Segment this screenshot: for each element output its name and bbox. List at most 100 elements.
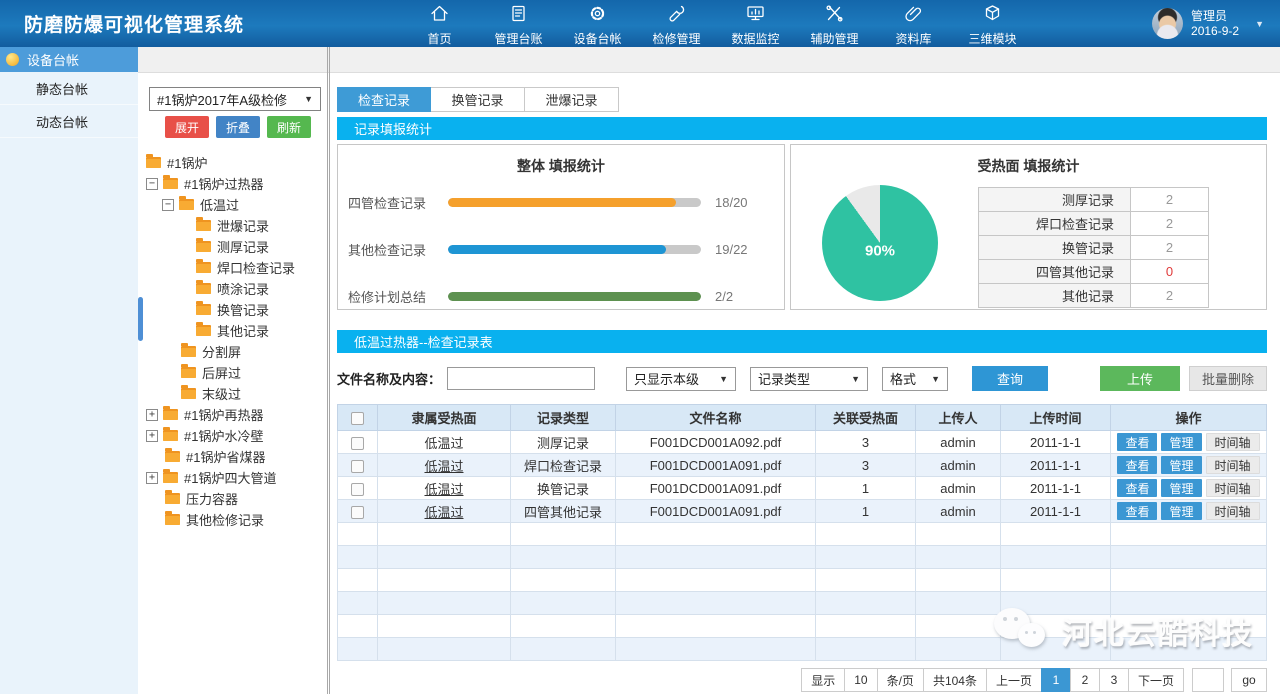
folder-icon [146,157,161,168]
scope-select[interactable]: 只显示本级▼ [626,367,736,391]
nav-item-wrench[interactable]: 检修管理 [637,1,716,47]
manage-button[interactable]: 管理 [1161,433,1201,451]
row-checkbox[interactable] [351,506,364,519]
tree-node[interactable]: 压力容器 [138,488,327,509]
tree-node[interactable]: −#1锅炉过热器 [138,173,327,194]
manage-button[interactable]: 管理 [1161,456,1201,474]
top-nav: 首页管理台账设备台帐检修管理数据监控辅助管理资料库三维模块 [400,1,1032,47]
gear-icon [587,3,608,30]
uploader-cell: admin [916,477,1001,500]
query-button[interactable]: 查询 [972,366,1048,391]
tree-node[interactable]: 焊口检查记录 [138,257,327,278]
tree-node[interactable]: 测厚记录 [138,236,327,257]
expand-button[interactable]: 展开 [165,116,209,138]
folder-icon [196,283,211,294]
row-checkbox[interactable] [351,460,364,473]
empty-cell [1001,615,1111,638]
tree-node[interactable]: +#1锅炉再热器 [138,404,327,425]
nav-item-ledger[interactable]: 管理台账 [479,1,558,47]
empty-cell [916,592,1001,615]
overhaul-select[interactable]: #1锅炉2017年A级检修 ▼ [149,87,321,111]
manage-button[interactable]: 管理 [1161,502,1201,520]
record-tabs: 检查记录换管记录泄爆记录 [337,87,1267,112]
timeline-button[interactable]: 时间轴 [1206,479,1260,497]
nav-item-tools[interactable]: 辅助管理 [795,1,874,47]
avatar[interactable] [1152,8,1183,39]
sidebar-item-0[interactable]: 静态台帐 [0,72,138,105]
tree-node[interactable]: +#1锅炉水冷壁 [138,425,327,446]
nav-item-monitor[interactable]: 数据监控 [716,1,795,47]
heat-surface-link[interactable]: 低温过 [424,459,463,474]
timeline-button[interactable]: 时间轴 [1206,433,1260,451]
page-button-3[interactable]: 3 [1099,668,1129,692]
tree-node[interactable]: 喷涂记录 [138,278,327,299]
tree-node[interactable]: 泄爆记录 [138,215,327,236]
nav-item-cube[interactable]: 三维模块 [953,1,1032,47]
row-checkbox[interactable] [351,483,364,496]
sidebar-header-device-ledger[interactable]: 设备台帐 [0,47,138,72]
tree-node[interactable]: +#1锅炉四大管道 [138,467,327,488]
tree-node[interactable]: 分割屏 [138,341,327,362]
tree-node[interactable]: 换管记录 [138,299,327,320]
upload-time-cell: 2011-1-1 [1001,500,1111,523]
tree-node[interactable]: #1锅炉 [138,152,327,173]
sidebar-item-1[interactable]: 动态台帐 [0,105,138,138]
record-type-select[interactable]: 记录类型▼ [750,367,868,391]
tree-node[interactable]: 其他记录 [138,320,327,341]
stat-bar-track [448,245,701,254]
select-all-checkbox[interactable] [351,412,364,425]
expand-node-icon[interactable]: + [146,472,158,484]
heat-surface-link[interactable]: 低温过 [424,505,463,520]
scrollbar-thumb[interactable] [138,297,143,341]
stat-bar-fill [448,292,701,301]
page-button-2[interactable]: 2 [1070,668,1100,692]
collapse-node-icon[interactable]: − [146,178,158,190]
stat-bar-row: 检修计划总结2/2 [338,286,784,306]
tree-node[interactable]: 其他检修记录 [138,509,327,530]
tab-1[interactable]: 换管记录 [431,87,525,112]
nav-item-label: 三维模块 [969,30,1017,47]
empty-cell [1001,523,1111,546]
nav-item-paperclip[interactable]: 资料库 [874,1,953,47]
tree-node-label: 喷涂记录 [217,279,269,298]
collapse-button[interactable]: 折叠 [216,116,260,138]
nav-item-gear[interactable]: 设备台帐 [558,1,637,47]
empty-cell [338,638,378,661]
file-search-input[interactable] [447,367,595,390]
tree-node[interactable]: 后屏过 [138,362,327,383]
prev-page-button[interactable]: 上一页 [986,668,1042,692]
timeline-button[interactable]: 时间轴 [1206,502,1260,520]
page-button-1[interactable]: 1 [1041,668,1071,692]
collapse-node-icon[interactable]: − [162,199,174,211]
nav-item-home[interactable]: 首页 [400,1,479,47]
timeline-button[interactable]: 时间轴 [1206,456,1260,474]
view-button[interactable]: 查看 [1117,502,1157,520]
tab-0[interactable]: 检查记录 [337,87,431,112]
tree-node[interactable]: 末级过 [138,383,327,404]
empty-table-row [338,546,1267,569]
user-menu[interactable]: 管理员 2016-9-2 ▼ [1152,8,1274,39]
heat-surface-link[interactable]: 低温过 [424,482,463,497]
next-page-button[interactable]: 下一页 [1128,668,1184,692]
batch-delete-button[interactable]: 批量删除 [1189,366,1267,391]
tab-2[interactable]: 泄爆记录 [525,87,619,112]
chevron-down-icon[interactable]: ▼ [1255,19,1264,29]
format-select[interactable]: 格式▼ [882,367,948,391]
row-checkbox[interactable] [351,437,364,450]
page-jump-input[interactable] [1192,668,1224,692]
upload-button[interactable]: 上传 [1100,366,1180,391]
view-button[interactable]: 查看 [1117,433,1157,451]
expand-node-icon[interactable]: + [146,409,158,421]
expand-node-icon[interactable]: + [146,430,158,442]
view-button[interactable]: 查看 [1117,456,1157,474]
refresh-button[interactable]: 刷新 [267,116,311,138]
manage-button[interactable]: 管理 [1161,479,1201,497]
empty-cell [616,546,816,569]
empty-cell [338,523,378,546]
view-button[interactable]: 查看 [1117,479,1157,497]
tree-node[interactable]: #1锅炉省煤器 [138,446,327,467]
tree-node[interactable]: −低温过 [138,194,327,215]
go-button[interactable]: go [1231,668,1267,692]
related-surface-cell: 3 [816,454,916,477]
column-header: 记录类型 [511,405,616,431]
